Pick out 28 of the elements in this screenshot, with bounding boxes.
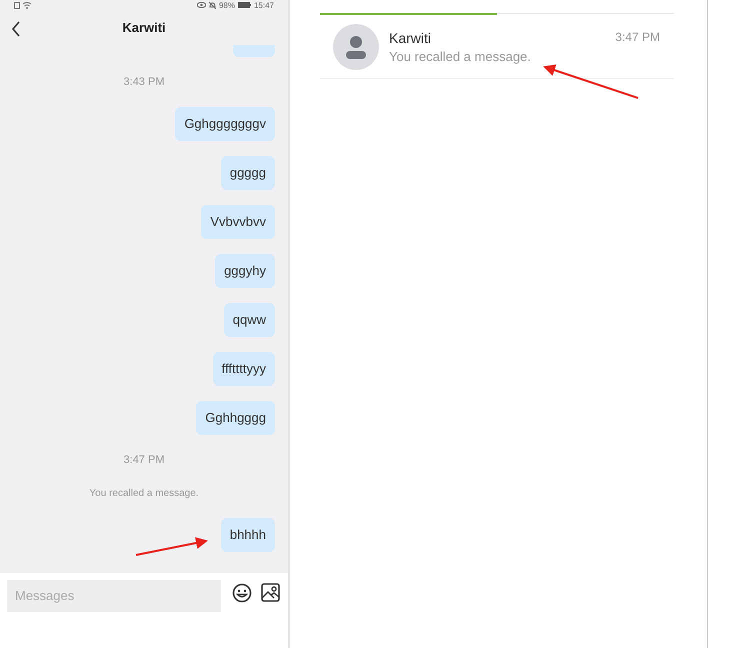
eye-icon (196, 2, 206, 8)
message-bubble: ggggg (220, 156, 275, 190)
clock: 15:47 (254, 0, 274, 10)
message-input[interactable]: Messages (7, 580, 221, 612)
timestamp: 3:43 PM (124, 75, 164, 90)
avatar-icon (333, 24, 379, 70)
conversation-item[interactable]: Karwiti 3:47 PM You recalled a message. (320, 15, 674, 79)
message-bubble: Gghhgggg (196, 401, 275, 435)
contact-name: Karwiti (389, 30, 432, 46)
battery-icon (238, 2, 251, 8)
message-bubble: Gghgggggggv (175, 107, 275, 141)
message-bubble: gggyhy (215, 254, 275, 288)
chat-title: Karwiti (122, 20, 166, 35)
recall-notice: You recalled a message. (89, 487, 199, 501)
message-time: 3:47 PM (615, 30, 660, 46)
back-icon[interactable] (11, 21, 21, 37)
message-bubble: bhhhh (220, 518, 275, 552)
timestamp: 3:47 PM (124, 453, 164, 468)
image-icon[interactable] (261, 583, 280, 602)
wifi-icon (23, 2, 31, 8)
message-bubble: qqww (224, 303, 275, 337)
muted-bell-icon (208, 2, 216, 8)
emoji-icon[interactable] (232, 582, 252, 602)
message-bubble (233, 45, 275, 57)
battery-percent: 98% (218, 0, 235, 10)
message-bubble: Vvbvvbvv (201, 205, 275, 239)
message-preview: You recalled a message. (389, 48, 532, 64)
message-bubble: fffttttyyy (212, 352, 275, 386)
